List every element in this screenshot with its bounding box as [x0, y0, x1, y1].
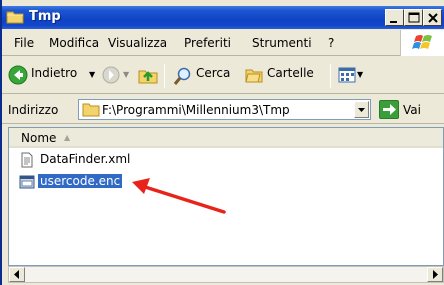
xml-file-icon: [19, 152, 35, 168]
windows-logo-icon: [400, 30, 444, 56]
address-bar: Indirizzo F:\Programmi\Millennium3\Tmp V…: [2, 95, 444, 124]
scroll-right-button[interactable]: [427, 267, 443, 282]
close-button[interactable]: [423, 9, 442, 26]
toolbar: Indietro ▼ ▼ Cerca Cartelle ▼: [2, 57, 444, 94]
views-icon[interactable]: [338, 66, 356, 87]
menu-preferiti[interactable]: Preferiti: [184, 36, 231, 50]
scroll-left-button[interactable]: [9, 267, 25, 282]
file-name: usercode.enc: [38, 174, 123, 188]
views-dropdown-icon[interactable]: ▼: [357, 70, 363, 79]
menu-file[interactable]: File: [14, 36, 34, 50]
header-divider: [9, 146, 443, 148]
folders-button-label[interactable]: Cartelle: [267, 66, 314, 80]
menu-visualizza[interactable]: Visualizza: [108, 36, 167, 50]
go-button-label[interactable]: Vai: [403, 103, 421, 117]
menu-help[interactable]: ?: [328, 36, 334, 50]
minimize-button[interactable]: [385, 9, 404, 26]
sort-ascending-icon: ▲: [64, 133, 71, 142]
forward-dropdown-icon[interactable]: ▼: [123, 70, 129, 79]
address-input[interactable]: F:\Programmi\Millennium3\Tmp: [78, 99, 371, 120]
go-arrow-icon[interactable]: [379, 100, 399, 119]
file-name: DataFinder.xml: [40, 152, 131, 166]
enc-file-icon: [19, 174, 35, 190]
search-button-label[interactable]: Cerca: [196, 66, 230, 80]
menu-strumenti[interactable]: Strumenti: [252, 36, 312, 50]
folder-icon: [6, 10, 24, 24]
explorer-window: Tmp File Modifica Visualizza Preferiti S…: [0, 0, 444, 285]
forward-arrow-icon[interactable]: [102, 66, 120, 87]
maximize-button[interactable]: [404, 9, 423, 26]
search-icon[interactable]: [173, 66, 193, 89]
toolbar-separator: [330, 64, 331, 88]
annotation-arrow-icon: [132, 178, 226, 214]
up-folder-icon[interactable]: [137, 65, 159, 88]
horizontal-scrollbar[interactable]: [8, 266, 444, 283]
address-label: Indirizzo: [8, 103, 59, 117]
window-title: Tmp: [29, 9, 61, 24]
folders-icon[interactable]: [244, 66, 264, 87]
address-value: F:\Programmi\Millennium3\Tmp: [102, 103, 290, 117]
column-header-label: Nome: [21, 131, 57, 145]
column-header-name[interactable]: Nome ▲: [9, 128, 443, 148]
address-dropdown-button[interactable]: [354, 101, 369, 118]
toolbar-separator: [164, 64, 165, 88]
title-bar[interactable]: Tmp: [2, 6, 444, 29]
back-arrow-icon[interactable]: [8, 65, 28, 88]
back-button-label[interactable]: Indietro: [31, 66, 77, 80]
menu-modifica[interactable]: Modifica: [49, 36, 99, 50]
back-dropdown-icon[interactable]: ▼: [89, 70, 95, 79]
menu-bar: File Modifica Visualizza Preferiti Strum…: [2, 29, 444, 56]
folder-icon: [82, 102, 100, 120]
